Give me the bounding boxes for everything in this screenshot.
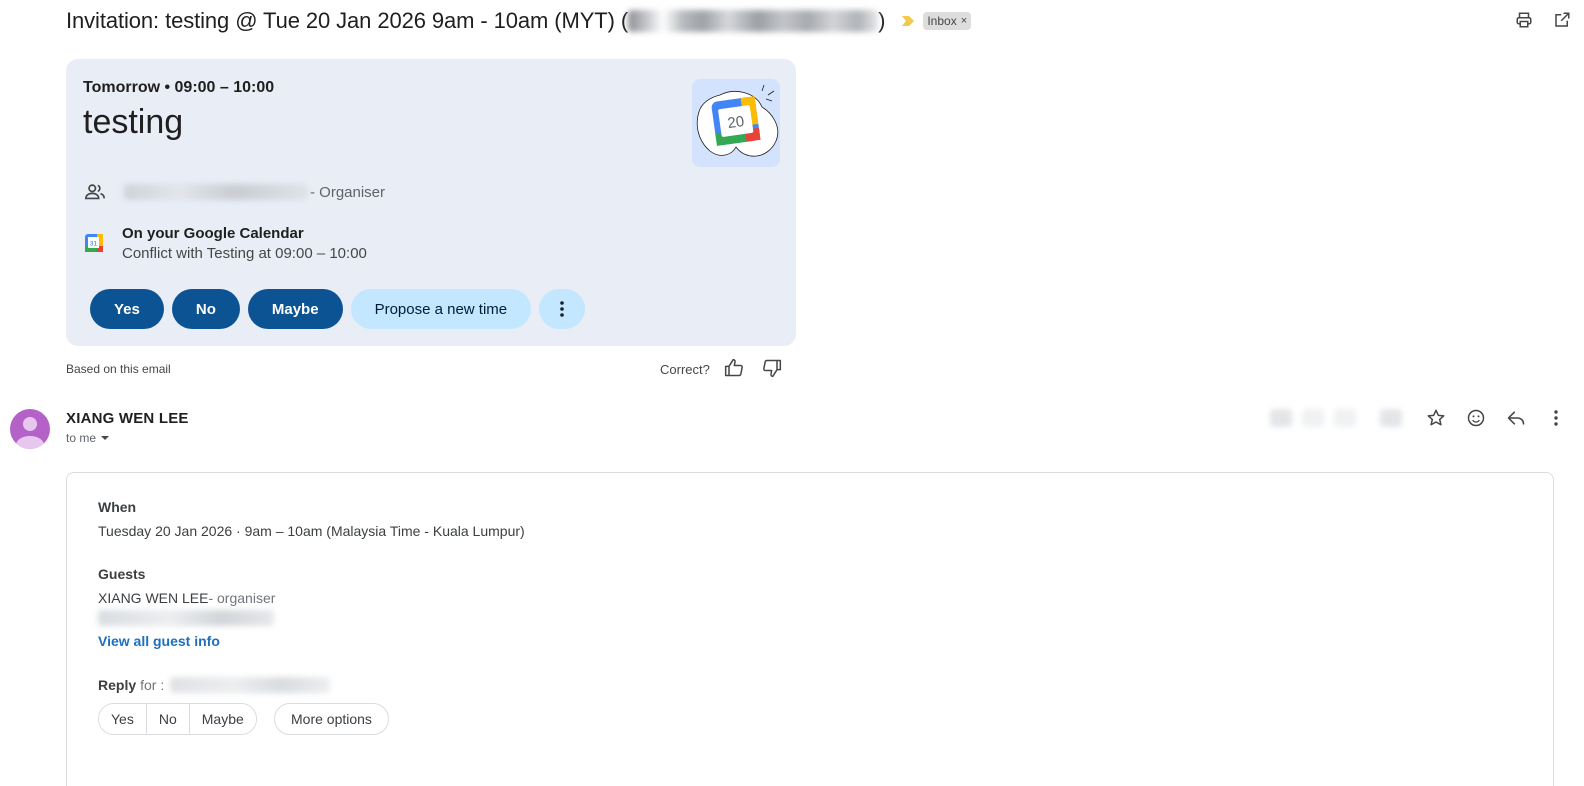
subject-text: Invitation: testing @ Tue 20 Jan 2026 9a…	[66, 8, 629, 33]
star-icon[interactable]	[1426, 408, 1446, 428]
calendar-event-card: Tomorrow • 09:00 – 10:00 testing 20 - Or…	[66, 59, 796, 346]
label-chip-inbox[interactable]: Inbox ×	[923, 12, 972, 30]
more-vert-icon	[560, 301, 564, 317]
calendar-status-title: On your Google Calendar	[122, 225, 304, 242]
open-in-new-window-icon[interactable]	[1552, 10, 1572, 30]
calendar-status-row: 31 On your Google Calendar Conflict with…	[84, 225, 367, 265]
svg-text:20: 20	[726, 113, 745, 132]
rsvp-maybe-button[interactable]: Maybe	[247, 289, 343, 329]
rsvp-yes-button[interactable]: Yes	[90, 289, 164, 329]
feedback-buttons	[724, 358, 782, 378]
redacted-timestamp	[1270, 409, 1402, 427]
reply-for: for :	[140, 677, 165, 693]
when-label: When	[98, 499, 137, 515]
event-time: Tomorrow • 09:00 – 10:00	[83, 79, 275, 96]
email-subject: Invitation: testing @ Tue 20 Jan 2026 9a…	[66, 4, 972, 38]
when-value: Tuesday 20 Jan 2026 · 9am – 10am (Malays…	[98, 523, 525, 539]
rsvp-buttons: Yes No Maybe Propose a new time	[90, 289, 586, 329]
reply-segmented-buttons: Yes No Maybe	[98, 703, 257, 735]
chevron-down-icon[interactable]	[100, 433, 110, 443]
redacted-email-address	[628, 10, 879, 32]
more-actions-button[interactable]	[539, 289, 586, 329]
thread-actions	[1514, 10, 1572, 30]
organiser-row: - Organiser	[84, 181, 385, 203]
more-options-button[interactable]: More options	[274, 703, 389, 735]
importance-marker-icon[interactable]	[901, 15, 915, 27]
message-actions	[1270, 408, 1566, 428]
reply-label: Reply	[98, 677, 137, 693]
redacted-guest	[98, 610, 274, 626]
thumbs-down-icon[interactable]	[762, 358, 782, 378]
recipient-details[interactable]: to me	[66, 431, 110, 445]
guests-label: Guests	[98, 566, 146, 582]
redacted-reply-address	[170, 677, 331, 693]
correct-prompt: Correct?	[660, 362, 710, 377]
more-vert-icon[interactable]	[1546, 408, 1566, 428]
invitation-body: When Tuesday 20 Jan 2026 · 9am – 10am (M…	[66, 472, 1554, 786]
view-all-guests-link[interactable]: View all guest info	[98, 633, 220, 649]
thumbs-up-icon[interactable]	[724, 358, 744, 378]
reply-no-button[interactable]: No	[146, 704, 190, 734]
guest-role: - organiser	[208, 590, 276, 606]
print-icon[interactable]	[1514, 10, 1534, 30]
svg-text:31: 31	[90, 241, 98, 248]
google-calendar-icon: 31	[85, 234, 103, 252]
recipient-text: to me	[66, 431, 97, 445]
label-chip-text: Inbox	[927, 14, 957, 28]
calendar-illustration: 20	[692, 79, 780, 167]
guest-name: XIANG WEN LEE	[98, 590, 209, 606]
avatar[interactable]	[10, 409, 50, 449]
reply-icon[interactable]	[1506, 408, 1526, 428]
people-icon	[85, 184, 105, 200]
propose-new-time-button[interactable]: Propose a new time	[350, 289, 532, 329]
based-on-email-note: Based on this email	[66, 362, 171, 376]
reply-line: Reply for :	[98, 677, 331, 693]
calendar-conflict-text: Conflict with Testing at 09:00 – 10:00	[122, 245, 367, 262]
guest-organiser: XIANG WEN LEE- organiser	[98, 590, 275, 606]
redacted-organiser	[124, 184, 308, 200]
sender-name[interactable]: XIANG WEN LEE	[66, 410, 189, 427]
organiser-role: - Organiser	[310, 183, 386, 201]
subject-closing: )	[878, 8, 886, 33]
remove-label-icon[interactable]: ×	[961, 15, 967, 27]
reply-yes-button[interactable]: Yes	[99, 704, 147, 734]
rsvp-no-button[interactable]: No	[171, 289, 240, 329]
reply-maybe-button[interactable]: Maybe	[189, 704, 256, 734]
event-title: testing	[83, 103, 184, 141]
emoji-reaction-icon[interactable]	[1466, 408, 1486, 428]
